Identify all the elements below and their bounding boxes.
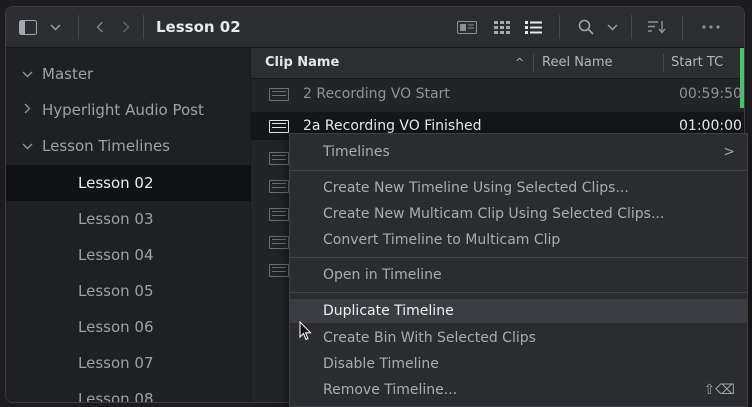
list-view-icon[interactable]	[522, 7, 544, 47]
menu-item-convert-to-multicam[interactable]: Convert Timeline to Multicam Clip	[290, 228, 747, 252]
toolbar-divider	[682, 15, 683, 39]
timeline-icon	[269, 264, 289, 277]
sidebar-item-label: Lesson Timelines	[42, 137, 170, 155]
menu-divider	[290, 292, 747, 293]
timeline-icon	[269, 180, 289, 193]
timeline-icon	[269, 208, 289, 221]
menu-item-remove-timeline[interactable]: Remove Timeline... ⇧⌫	[290, 378, 747, 402]
forward-arrow-icon[interactable]	[118, 7, 134, 47]
chevron-down-icon[interactable]	[46, 7, 64, 47]
back-arrow-icon[interactable]	[92, 7, 108, 47]
toolbar-divider	[143, 15, 144, 39]
sidebar-item-label: Hyperlight Audio Post	[42, 101, 204, 119]
search-icon[interactable]	[575, 7, 597, 47]
sidebar-item-label: Lesson 06	[78, 318, 154, 336]
sidebar-item-master[interactable]: Master	[6, 56, 264, 92]
more-options-icon[interactable]	[698, 7, 724, 47]
thumbnail-view-icon[interactable]	[455, 7, 479, 47]
sidebar-item-label: Lesson 02	[78, 174, 154, 192]
menu-item-label: Remove Timeline...	[323, 382, 458, 398]
sidebar-item-label: Master	[42, 65, 94, 83]
timeline-icon	[269, 88, 289, 101]
clip-start-tc: 00:59:50	[679, 86, 741, 102]
sort-icon[interactable]	[646, 7, 668, 47]
menu-item-create-new-timeline[interactable]: Create New Timeline Using Selected Clips…	[290, 176, 747, 200]
menu-item-label: Duplicate Timeline	[323, 303, 454, 319]
media-pool-toolbar: Lesson 02	[6, 7, 744, 48]
sidebar-item-hyperlight-audio-post[interactable]: Hyperlight Audio Post	[6, 92, 264, 128]
timeline-icon	[269, 120, 289, 133]
toolbar-divider	[559, 15, 560, 39]
menu-item-label: Create New Timeline Using Selected Clips…	[323, 180, 629, 196]
menu-item-create-bin[interactable]: Create Bin With Selected Clips	[290, 326, 747, 350]
menu-divider	[290, 170, 747, 171]
menu-item-open-in-timeline[interactable]: Open in Timeline	[290, 263, 747, 287]
sidebar-item-label: Lesson 03	[78, 210, 154, 228]
sort-ascending-icon[interactable]: ^	[515, 48, 524, 78]
column-header-reel-name[interactable]: Reel Name	[542, 48, 613, 78]
sidebar-item-label: Lesson 07	[78, 354, 154, 372]
timeline-icon	[269, 236, 289, 249]
menu-item-label: Convert Timeline to Multicam Clip	[323, 232, 561, 248]
sidebar-item-label: Lesson 04	[78, 246, 154, 264]
grid-view-icon[interactable]	[491, 7, 513, 47]
column-header-clip-name[interactable]: Clip Name	[265, 48, 339, 78]
mouse-cursor-icon	[299, 320, 313, 345]
menu-item-label: Open in Timeline	[323, 267, 442, 283]
column-divider[interactable]	[533, 54, 534, 72]
menu-item-disable-timeline[interactable]: Disable Timeline	[290, 352, 747, 376]
menu-item-label: Timelines	[323, 144, 390, 160]
table-row[interactable]: 2 Recording VO Start 00:59:50	[251, 80, 744, 108]
menu-item-label: Disable Timeline	[323, 356, 439, 372]
toolbar-divider	[631, 15, 632, 39]
column-divider[interactable]	[663, 54, 664, 72]
bin-list-sidebar: Master Hyperlight Audio Post Lesson Time…	[6, 48, 322, 403]
timeline-icon	[269, 152, 289, 165]
sidebar-item-label: Lesson 05	[78, 282, 154, 300]
chevron-down-icon[interactable]	[604, 7, 620, 47]
sidebar-toggle-icon[interactable]	[16, 7, 40, 47]
sidebar-item-label: Lesson 08	[78, 390, 154, 403]
menu-item-create-multicam-clip[interactable]: Create New Multicam Clip Using Selected …	[290, 202, 747, 226]
menu-item-label: Create New Multicam Clip Using Selected …	[323, 206, 665, 222]
bin-title: Lesson 02	[156, 18, 241, 36]
chevron-right-icon[interactable]	[20, 103, 34, 117]
chevron-down-icon[interactable]	[20, 67, 34, 81]
chevron-right-icon: >	[723, 144, 735, 160]
sidebar-item-lesson-timelines[interactable]: Lesson Timelines	[6, 128, 264, 164]
menu-divider	[290, 257, 747, 258]
menu-item-label: Create Bin With Selected Clips	[323, 330, 536, 346]
keyboard-shortcut: ⇧⌫	[703, 382, 735, 398]
column-header-start-tc[interactable]: Start TC	[671, 48, 723, 78]
menu-item-duplicate-timeline[interactable]: Duplicate Timeline	[290, 299, 747, 323]
chevron-down-icon[interactable]	[20, 139, 34, 153]
toolbar-divider	[78, 15, 79, 39]
menu-item-timelines[interactable]: Timelines >	[290, 140, 747, 164]
column-header-row: Clip Name ^ Reel Name Start TC	[251, 48, 744, 79]
clip-name: 2 Recording VO Start	[303, 86, 450, 102]
context-menu: Timelines > Create New Timeline Using Se…	[289, 133, 748, 407]
